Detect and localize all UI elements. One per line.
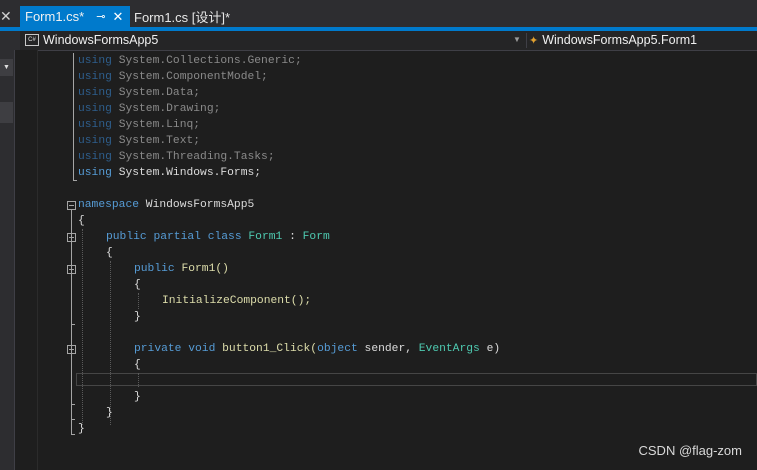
namespace-close-brace: } (78, 423, 85, 435)
using-line: using System.Data; (78, 87, 201, 99)
current-line-highlight (76, 373, 757, 386)
constructor-close-brace: } (134, 311, 141, 323)
collapse-class-icon[interactable] (67, 233, 76, 242)
initialize-component-call: InitializeComponent(); (162, 295, 312, 307)
using-line: using System.Linq; (78, 119, 201, 131)
collapse-method-icon[interactable] (67, 345, 76, 354)
namespace-open-brace: { (78, 215, 85, 227)
method-open-brace: { (134, 359, 141, 371)
collapse-constructor-icon[interactable] (67, 265, 76, 274)
method-close-brace: } (134, 391, 141, 403)
using-line: using System.Collections.Generic; (78, 55, 302, 67)
using-line: using System.Drawing; (78, 103, 221, 115)
method-declaration: private void button1_Click(object sender… (134, 343, 501, 355)
class-open-brace: { (106, 247, 113, 259)
class-declaration: public partial class Form1 : Form (106, 231, 330, 243)
using-line: using System.ComponentModel; (78, 71, 268, 83)
using-line: using System.Windows.Forms; (78, 167, 262, 179)
using-line: using System.Threading.Tasks; (78, 151, 275, 163)
using-line: using System.Text; (78, 135, 201, 147)
class-close-brace: } (106, 407, 113, 419)
collapse-namespace-icon[interactable] (67, 201, 76, 210)
watermark: CSDN @flag-zom (638, 443, 743, 458)
namespace-declaration: namespace WindowsFormsApp5 (78, 199, 255, 211)
constructor-open-brace: { (134, 279, 141, 291)
constructor-declaration: public Form1() (134, 263, 229, 275)
code-editor[interactable]: using System.Collections.Generic; using … (0, 0, 757, 470)
